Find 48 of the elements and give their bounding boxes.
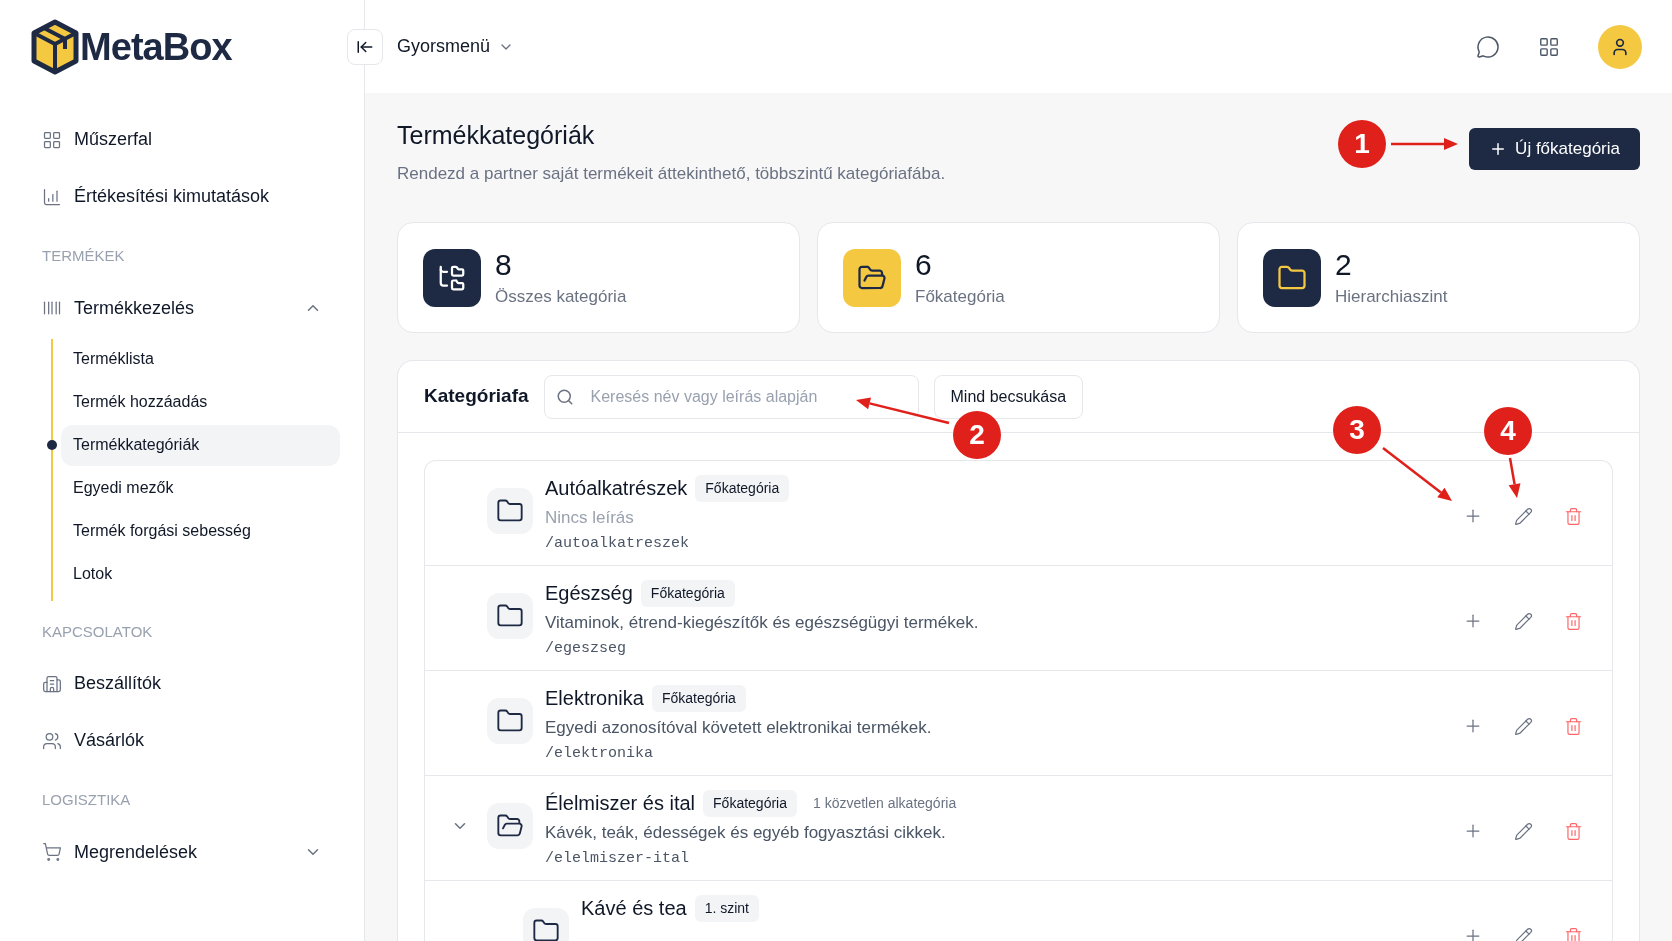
new-category-button[interactable]: Új főkategória bbox=[1469, 128, 1640, 170]
category-name: Kávé és tea bbox=[581, 896, 687, 921]
sidebar-subitem[interactable]: Egyedi mezők bbox=[61, 467, 340, 509]
stat-label: Hierarchiaszint bbox=[1335, 285, 1448, 308]
category-slug: /elektronika bbox=[545, 743, 654, 764]
sidebar-subitem[interactable]: Terméklista bbox=[61, 338, 340, 380]
subcategory-count: 1 közvetlen alkategória bbox=[813, 793, 957, 813]
section-heading: TERMÉKEK bbox=[42, 246, 125, 266]
sidebar-item[interactable]: Értékesítési kimutatások bbox=[30, 168, 334, 225]
category-name: Egészség bbox=[545, 581, 633, 606]
sidebar-subitem[interactable]: Lotok bbox=[61, 553, 340, 595]
category-badge: Főkategória bbox=[703, 789, 797, 817]
sidebar-item[interactable]: Megrendelések bbox=[30, 823, 334, 881]
category-name: Élelmiszer és ital bbox=[545, 791, 696, 816]
sidebar-subitem[interactable]: Termék hozzáadás bbox=[61, 381, 340, 423]
panel-title: Kategóriafa bbox=[424, 384, 529, 409]
search-field[interactable]: Keresés név vagy leírás alapján bbox=[543, 374, 919, 419]
category-badge: Főkategória bbox=[651, 684, 746, 712]
sidebar-item[interactable]: Műszerfal bbox=[30, 111, 334, 168]
section-heading: LOGISZTIKA bbox=[42, 790, 131, 810]
category-description: Egyedi azonosítóval követett elektronikai termékek. bbox=[545, 717, 932, 739]
sidebar-subitem[interactable]: Termékkategóriák bbox=[61, 424, 340, 466]
category-description: Vitaminok, étrend-kiegészítők és egészségügyi termékek. bbox=[545, 612, 979, 634]
sidebar-item[interactable]: Beszállítók bbox=[30, 655, 334, 712]
quick-menu-dropdown[interactable]: Gyorsmenü bbox=[397, 33, 515, 60]
category-name: Autóalkatrészek bbox=[545, 476, 688, 501]
category-slug: /egeszseg bbox=[545, 638, 626, 659]
page-title: Termékkategóriák bbox=[397, 120, 595, 151]
category-badge: 1. szint bbox=[694, 894, 759, 922]
category-badge: Főkategória bbox=[640, 579, 735, 607]
stat-value: 2 bbox=[1335, 247, 1352, 283]
category-badge: Főkategória bbox=[695, 474, 790, 502]
category-description: Kávék, teák, édességek és egyéb fogyasztási cikkek. bbox=[545, 822, 946, 844]
page-subtitle: Rendezd a partner saját termékeit áttekinthető, többszintű kategóriafába. bbox=[397, 162, 946, 185]
stat-label: Összes kategória bbox=[495, 285, 627, 308]
stat-value: 8 bbox=[495, 247, 512, 283]
category-slug: /elelmiszer-ital bbox=[545, 848, 690, 869]
stat-label: Főkategória bbox=[915, 285, 1005, 308]
category-name: Elektronika bbox=[545, 686, 644, 711]
category-description: Nincs leírás bbox=[545, 507, 634, 529]
section-heading: KAPCSOLATOK bbox=[42, 621, 153, 642]
annotation-marker: 1 bbox=[1338, 120, 1386, 168]
stat-value: 6 bbox=[915, 247, 932, 283]
logo-text: MetaBox bbox=[80, 27, 232, 66]
category-slug: /autoalkatreszek bbox=[545, 533, 690, 554]
sidebar-item[interactable]: Vásárlók bbox=[30, 712, 334, 769]
sidebar-item[interactable]: Termékkezelés bbox=[30, 279, 334, 337]
sidebar-subitem[interactable]: Termék forgási sebesség bbox=[61, 510, 340, 552]
